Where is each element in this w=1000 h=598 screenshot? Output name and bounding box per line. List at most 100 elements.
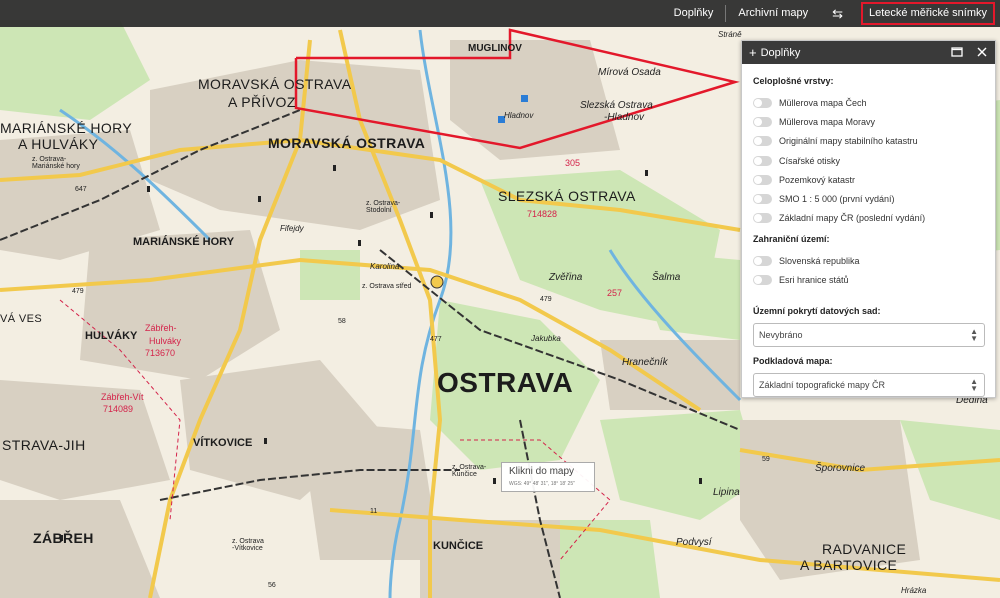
label-radvanice: RADVANICE xyxy=(822,541,907,557)
layer-label: Müllerova mapa Čech xyxy=(779,97,867,108)
label-marianske-hory-hulvaky-2: A HULVÁKY xyxy=(18,136,99,152)
label-moravska-ostrava-privoz: MORAVSKÁ OSTRAVA xyxy=(198,76,352,92)
section-zahranicni-uzemi: Zahraniční území: xyxy=(753,234,830,245)
label-hladnov: Hladnov xyxy=(504,111,534,120)
layer-label: Pozemkový katastr xyxy=(779,174,856,185)
label-zabreh: ZÁBŘEH xyxy=(33,530,94,546)
archivni-mapy-button[interactable]: Archivní mapy xyxy=(726,0,820,27)
label-ostrava-jih: STRAVA-JIH xyxy=(2,437,86,453)
basemap-select[interactable]: Základní topografické mapy ČR ▲ ▼ xyxy=(753,372,985,397)
road-number-479: 479 xyxy=(72,288,84,295)
layer-toggle[interactable] xyxy=(753,275,772,286)
road-number-59: 59 xyxy=(762,456,770,463)
label-zabreh-hulvaky-2: Hulváky xyxy=(149,336,182,346)
label-slezska-ostrava: SLEZSKÁ OSTRAVA xyxy=(498,188,636,204)
layer-toggle[interactable] xyxy=(753,194,772,205)
label-marianske-hory-hulvaky: MARIÁNSKÉ HORY xyxy=(0,120,133,136)
layer-label: Císařské otisky xyxy=(779,155,841,166)
map-click-tooltip: Klikni do mapy WGS: 49° 48' 31", 18° 18'… xyxy=(501,462,595,492)
roundabout-marker xyxy=(430,275,444,289)
label-lipina: Lipina xyxy=(713,487,740,498)
layer-toggle[interactable] xyxy=(753,255,772,266)
station-kuncice: z. Ostrava- Kunčice xyxy=(452,464,487,478)
road-number-647: 647 xyxy=(75,186,87,193)
label-slezska-hladnov: Slezská Ostrava xyxy=(580,100,653,111)
layer-label: Müllerova mapa Moravy xyxy=(779,116,876,127)
close-icon[interactable] xyxy=(975,45,989,59)
label-hulvaky: HULVÁKY xyxy=(85,330,138,342)
label-strana: Stráně xyxy=(718,30,742,39)
tooltip-text: Klikni do mapy xyxy=(509,466,575,477)
road-number-58: 58 xyxy=(338,318,346,325)
panel-header[interactable]: + Doplňky xyxy=(742,41,995,64)
label-moravska-ostrava-privoz-2: A PŘÍVOZ xyxy=(228,94,296,110)
layer-toggle[interactable] xyxy=(753,136,772,147)
layer-toggle[interactable] xyxy=(753,97,772,108)
label-ostrava: OSTRAVA xyxy=(437,367,574,398)
doplnky-panel: + Doplňky Celoplošné vrstvy: Müllerova m… xyxy=(741,40,996,398)
elevation-305: 305 xyxy=(565,158,581,168)
coverage-label: Územní pokrytí datových sad: xyxy=(753,305,881,316)
label-kuncice: KUNČICE xyxy=(433,540,484,552)
select-arrows-icon: ▲ ▼ xyxy=(970,326,978,343)
label-jakubka: Jakubka xyxy=(531,334,561,343)
label-firejdy: Fifejdy xyxy=(280,224,304,233)
layer-toggle[interactable] xyxy=(753,213,772,224)
layer-label: Základní mapy ČR (poslední vydání) xyxy=(779,213,926,224)
elevation-257: 257 xyxy=(607,288,623,298)
coverage-select[interactable]: Nevybráno ▲ ▼ xyxy=(753,322,985,347)
station-vitkovice: z. Ostrava -Vítkovice xyxy=(232,538,264,552)
layer-row[interactable]: Esri hranice států xyxy=(753,270,985,289)
basemap-value: Základní topografické mapy ČR xyxy=(759,379,886,390)
layer-row[interactable]: Císařské otisky xyxy=(753,151,985,170)
layer-toggle[interactable] xyxy=(753,174,772,185)
select-arrows-icon: ▲ ▼ xyxy=(970,376,978,393)
basemap-label: Podkladová mapa: xyxy=(753,355,833,366)
label-karolina: Karolina xyxy=(370,262,400,271)
top-toolbar: Doplňky Archivní mapy ⇆ Letecké měřické … xyxy=(0,0,1000,27)
layer-row[interactable]: Slovenská republika xyxy=(753,251,985,270)
road-number-56: 56 xyxy=(268,582,276,589)
road-number-477: 477 xyxy=(430,336,442,343)
doplnky-button[interactable]: Doplňky xyxy=(662,0,726,27)
section-celoplosne-vrstvy: Celoplošné vrstvy: xyxy=(753,76,834,86)
layer-label: Slovenská republika xyxy=(779,255,860,266)
label-va-ves: VÁ VES xyxy=(0,313,43,325)
label-zverina: Zvěřina xyxy=(549,272,583,283)
letecke-snimky-button[interactable]: Letecké měřické snímky xyxy=(861,2,995,25)
coverage-value: Nevybráno xyxy=(759,329,803,340)
label-marianske-hory: MARIÁNSKÉ HORY xyxy=(133,236,235,248)
layer-label: Originální mapy stabilního katastru xyxy=(779,136,918,147)
layer-row[interactable]: Základní mapy ČR (poslední vydání) xyxy=(753,209,985,228)
label-sporovnice: Šporovnice xyxy=(815,463,866,474)
road-number-479b: 479 xyxy=(540,296,552,303)
layer-toggle[interactable] xyxy=(753,155,772,166)
layer-row[interactable]: Pozemkový katastr xyxy=(753,170,985,189)
layer-row[interactable]: Müllerova mapa Moravy xyxy=(753,112,985,131)
panel-title: Doplňky xyxy=(760,46,801,59)
label-vitkovice: VÍTKOVICE xyxy=(193,437,253,449)
code-714828: 714828 xyxy=(527,209,558,219)
layer-row[interactable]: Originální mapy stabilního katastru xyxy=(753,132,985,151)
label-moravska-ostrava: MORAVSKÁ OSTRAVA xyxy=(268,135,426,151)
code-714089: 714089 xyxy=(103,404,134,414)
layer-label: SMO 1 : 5 000 (první vydání) xyxy=(779,194,895,205)
road-number-11: 11 xyxy=(370,508,378,515)
label-mirova-osada: Mírová Osada xyxy=(598,67,661,78)
panel-body: Celoplošné vrstvy: Müllerova mapa Čech M… xyxy=(742,64,995,397)
label-zabreh-hulvaky: Zábřeh- xyxy=(145,323,177,333)
plus-icon: + xyxy=(749,44,757,60)
label-podvysi: Podvysí xyxy=(676,537,712,548)
label-hranecnik: Hranečník xyxy=(622,357,668,368)
label-zabreh-vit: Zábřeh-Vít xyxy=(101,392,144,402)
label-radvanice-2: A BARTOVICE xyxy=(800,557,898,573)
label-salma: Šalma xyxy=(652,272,681,283)
station-stodolni: z. Ostrava- Stodolní xyxy=(366,200,401,214)
swap-icon[interactable]: ⇆ xyxy=(820,0,855,27)
layer-row[interactable]: SMO 1 : 5 000 (první vydání) xyxy=(753,189,985,208)
station-stred: z. Ostrava střed xyxy=(362,283,412,290)
label-hrazka: Hrázka xyxy=(901,586,927,595)
maximize-icon[interactable] xyxy=(950,45,964,59)
layer-row[interactable]: Müllerova mapa Čech xyxy=(753,93,985,112)
layer-toggle[interactable] xyxy=(753,116,772,127)
